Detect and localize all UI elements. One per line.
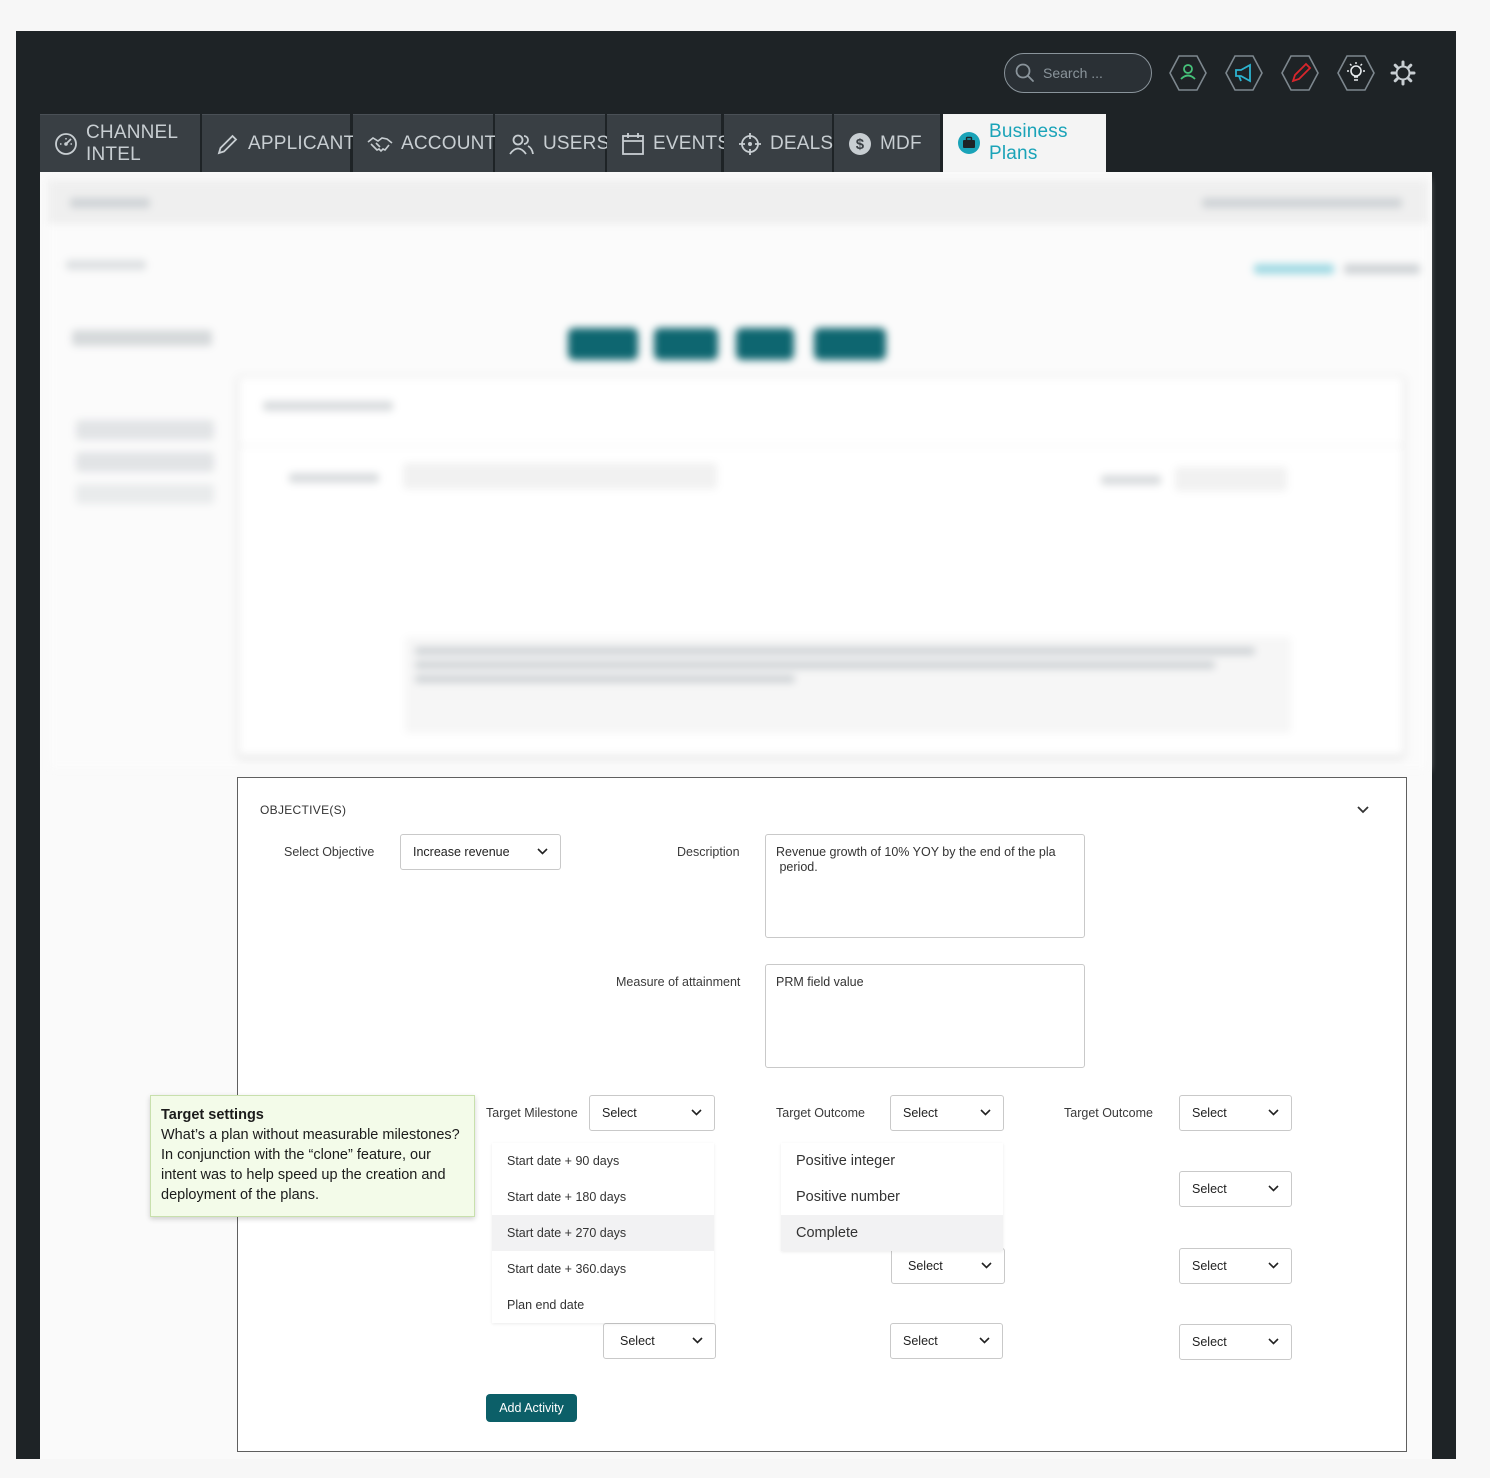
megaphone-icon[interactable]	[1224, 53, 1264, 93]
search-input[interactable]	[1043, 62, 1143, 84]
dropdown-option[interactable]: Start date + 180 days	[492, 1179, 714, 1215]
add-activity-button[interactable]: Add Activity	[486, 1394, 577, 1422]
objective-select-value: Increase revenue	[413, 845, 510, 859]
chevron-down-icon	[1268, 1262, 1279, 1269]
chevron-down-icon	[979, 1337, 990, 1344]
note-body: What’s a plan without measurable milesto…	[161, 1127, 460, 1203]
target-outcome-label: Target Outcome	[1064, 1106, 1153, 1120]
target-outcome-select-2[interactable]: Select	[1179, 1171, 1292, 1207]
select-value: Select	[903, 1106, 938, 1120]
select-value: Select	[903, 1334, 938, 1348]
target-outcome-label: Target Outcome	[776, 1106, 865, 1120]
blurred-background-content	[48, 180, 1428, 770]
chevron-down-icon	[1268, 1338, 1279, 1345]
tab-deals[interactable]: DEALS	[724, 114, 834, 172]
select-value: Select	[1192, 1335, 1227, 1349]
gear-icon[interactable]	[1390, 60, 1416, 86]
description-label: Description	[677, 845, 740, 859]
tab-label: ACCOUNTS	[401, 132, 510, 154]
search-icon	[1015, 63, 1034, 82]
dashboard-gauge-icon	[55, 132, 77, 155]
select-value: Select	[1192, 1106, 1227, 1120]
dropdown-option[interactable]: Positive number	[781, 1179, 1003, 1215]
select-value: Select	[1192, 1259, 1227, 1273]
crosshair-icon	[739, 132, 761, 155]
target-milestone-select[interactable]: Select	[603, 1323, 716, 1359]
objectives-title: OBJECTIVE(S)	[260, 803, 347, 817]
select-value: Select	[602, 1106, 637, 1120]
target-milestone-select[interactable]: Select	[589, 1095, 715, 1131]
note-title: Target settings	[161, 1107, 264, 1123]
tab-users[interactable]: USERS	[495, 114, 609, 172]
chevron-down-icon[interactable]	[1357, 806, 1369, 814]
dropdown-option[interactable]: Start date + 360.days	[492, 1251, 714, 1287]
briefcase-icon	[958, 132, 980, 154]
pencil-icon[interactable]	[1280, 53, 1320, 93]
dollar-icon: $	[849, 132, 871, 155]
svg-text:$: $	[856, 136, 865, 153]
description-textarea[interactable]: Revenue growth of 10% YOY by the end of …	[765, 834, 1085, 938]
dropdown-option[interactable]: Plan end date	[492, 1287, 714, 1323]
dropdown-option[interactable]: Complete	[781, 1215, 1003, 1251]
tab-label: USERS	[543, 132, 610, 154]
search-box[interactable]	[1004, 53, 1152, 93]
select-value: Select	[1192, 1182, 1227, 1196]
users-icon	[509, 134, 534, 155]
target-outcome-select-2[interactable]: Select	[1179, 1248, 1292, 1284]
tab-label: MDF	[880, 132, 922, 154]
chevron-down-icon	[980, 1109, 991, 1116]
tab-channel-intel[interactable]: CHANNEL INTEL	[40, 114, 200, 172]
tab-label: EVENTS	[653, 132, 731, 154]
user-icon[interactable]	[1168, 53, 1208, 93]
tab-label: DEALS	[770, 132, 834, 154]
target-outcome-select-2[interactable]: Select	[1179, 1324, 1292, 1360]
tab-label: Business Plans	[989, 121, 1068, 164]
select-objective-label: Select Objective	[284, 845, 375, 859]
select-value: Select	[908, 1259, 943, 1273]
target-outcome-select-2[interactable]: Select	[1179, 1095, 1292, 1131]
objective-select[interactable]: Increase revenue	[400, 834, 561, 870]
measure-label: Measure of attainment	[616, 975, 741, 989]
select-value: Select	[620, 1334, 655, 1348]
dropdown-option[interactable]: Positive integer	[781, 1143, 1003, 1179]
target-outcome-select[interactable]: Select	[890, 1095, 1004, 1131]
tab-accounts[interactable]: ACCOUNTS	[353, 114, 509, 172]
lightbulb-icon[interactable]	[1336, 53, 1376, 93]
pencil-icon	[217, 134, 238, 154]
tab-business-plans[interactable]: Business Plans	[943, 114, 1106, 172]
tab-applicants[interactable]: APPLICANTS	[202, 114, 368, 172]
milestone-dropdown-menu: Start date + 90 days Start date + 180 da…	[492, 1143, 714, 1323]
chevron-down-icon	[1268, 1185, 1279, 1192]
chevron-down-icon	[692, 1337, 703, 1344]
target-outcome-select[interactable]: Select	[891, 1248, 1005, 1284]
dropdown-option[interactable]: Start date + 90 days	[492, 1143, 714, 1179]
chevron-down-icon	[981, 1262, 992, 1269]
chevron-down-icon	[1268, 1109, 1279, 1116]
tab-mdf[interactable]: $ MDF	[834, 114, 940, 172]
dropdown-option[interactable]: Start date + 270 days	[492, 1215, 714, 1251]
outcome-dropdown-menu: Positive integer Positive number Complet…	[781, 1143, 1003, 1251]
target-outcome-select[interactable]: Select	[890, 1323, 1003, 1359]
chevron-down-icon	[691, 1109, 702, 1116]
target-milestone-label: Target Milestone	[486, 1106, 578, 1120]
calendar-icon	[622, 132, 644, 155]
tab-label: APPLICANTS	[248, 132, 369, 154]
handshake-icon	[367, 136, 393, 152]
measure-textarea[interactable]: PRM field value	[765, 964, 1085, 1068]
chevron-down-icon	[537, 848, 548, 855]
tab-events[interactable]: EVENTS	[607, 114, 730, 172]
annotation-note: Target settings What’s a plan without me…	[150, 1095, 475, 1217]
tab-label: CHANNEL INTEL	[86, 121, 178, 165]
